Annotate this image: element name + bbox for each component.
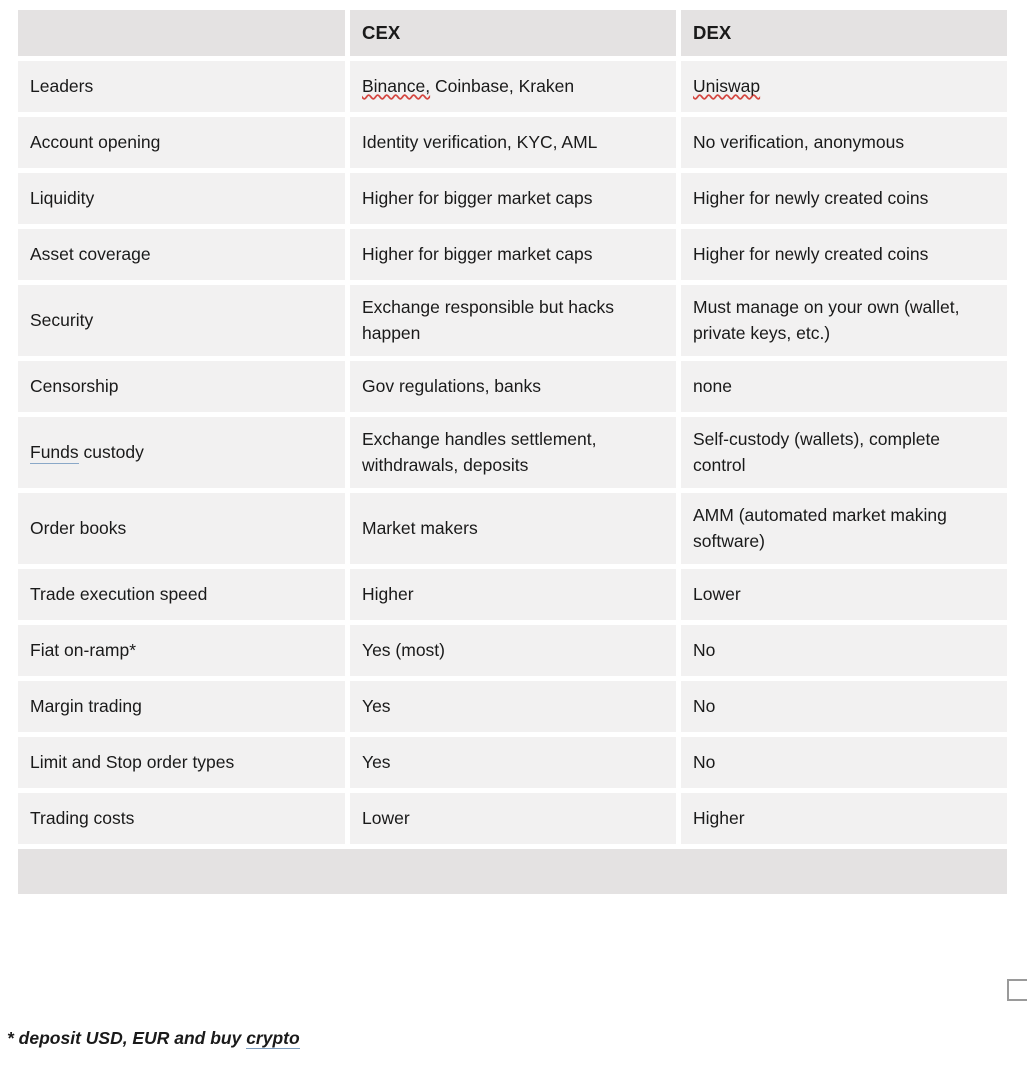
cell-cex-limit-and-stop-order-types: Yes: [350, 737, 676, 788]
row-label-leaders: Leaders: [18, 61, 345, 112]
cell-cex-order-books: Market makers: [350, 493, 676, 564]
cell-cex-security: Exchange responsible but hacks happen: [350, 285, 676, 356]
cex-dex-comparison-table: CEX DEX Leaders Binance, Coinbase, Krake…: [13, 5, 1012, 899]
table-row: Trading costs Lower Higher: [18, 793, 1007, 844]
cell-cex-funds-custody: Exchange handles settlement, withdrawals…: [350, 417, 676, 488]
column-header-dex: DEX: [681, 10, 1007, 56]
table-row: Asset coverage Higher for bigger market …: [18, 229, 1007, 280]
cell-dex-security: Must manage on your own (wallet, private…: [681, 285, 1007, 356]
table-footer-row: [18, 849, 1007, 894]
footnote-text: * deposit USD, EUR and buy: [7, 1028, 247, 1048]
cell-dex-trade-execution-speed: Lower: [681, 569, 1007, 620]
table-header: CEX DEX: [18, 10, 1007, 56]
cell-cex-trading-costs: Lower: [350, 793, 676, 844]
row-label-trading-costs: Trading costs: [18, 793, 345, 844]
table-row: Trade execution speed Higher Lower: [18, 569, 1007, 620]
table-row: Order books Market makers AMM (automated…: [18, 493, 1007, 564]
table-header-row: CEX DEX: [18, 10, 1007, 56]
row-label-funds-custody: Funds custody: [18, 417, 345, 488]
row-label-order-books: Order books: [18, 493, 345, 564]
row-label-liquidity: Liquidity: [18, 173, 345, 224]
row-label-margin-trading: Margin trading: [18, 681, 345, 732]
table-row: Censorship Gov regulations, banks none: [18, 361, 1007, 412]
cell-cex-censorship: Gov regulations, banks: [350, 361, 676, 412]
table-footer-cell: [18, 849, 1007, 894]
table-row: Leaders Binance, Coinbase, Kraken Uniswa…: [18, 61, 1007, 112]
cell-cex-asset-coverage: Higher for bigger market caps: [350, 229, 676, 280]
column-header-feature: [18, 10, 345, 56]
cell-cex-leaders: Binance, Coinbase, Kraken: [350, 61, 676, 112]
row-label-account-opening: Account opening: [18, 117, 345, 168]
cell-dex-asset-coverage: Higher for newly created coins: [681, 229, 1007, 280]
cell-cex-margin-trading: Yes: [350, 681, 676, 732]
cell-cex-liquidity: Higher for bigger market caps: [350, 173, 676, 224]
table-body: Leaders Binance, Coinbase, Kraken Uniswa…: [18, 61, 1007, 894]
cell-cex-fiat-on-ramp: Yes (most): [350, 625, 676, 676]
cell-dex-order-books: AMM (automated market making software): [681, 493, 1007, 564]
cell-dex-liquidity: Higher for newly created coins: [681, 173, 1007, 224]
table-row: Account opening Identity verification, K…: [18, 117, 1007, 168]
table-row: Funds custody Exchange handles settlemen…: [18, 417, 1007, 488]
column-header-cex: CEX: [350, 10, 676, 56]
spell-error-binance: Binance,: [362, 75, 431, 96]
row-label-fiat-on-ramp: Fiat on-ramp*: [18, 625, 345, 676]
edge-resize-handle-box[interactable]: [1007, 979, 1027, 1001]
table-row: Security Exchange responsible but hacks …: [18, 285, 1007, 356]
cell-cex-trade-execution-speed: Higher: [350, 569, 676, 620]
document-page: CEX DEX Leaders Binance, Coinbase, Krake…: [0, 0, 1027, 1080]
table-row: Limit and Stop order types Yes No: [18, 737, 1007, 788]
row-label-security: Security: [18, 285, 345, 356]
row-label-trade-execution-speed: Trade execution speed: [18, 569, 345, 620]
cell-dex-margin-trading: No: [681, 681, 1007, 732]
grammar-mark-funds: Funds: [30, 441, 79, 464]
row-label-censorship: Censorship: [18, 361, 345, 412]
row-label-funds-custody-rest: custody: [78, 441, 144, 462]
cell-dex-trading-costs: Higher: [681, 793, 1007, 844]
footnote: * deposit USD, EUR and buy crypto: [7, 1028, 300, 1049]
cell-dex-funds-custody: Self-custody (wallets), complete control: [681, 417, 1007, 488]
row-label-asset-coverage: Asset coverage: [18, 229, 345, 280]
footnote-link-crypto[interactable]: crypto: [246, 1028, 300, 1049]
cell-dex-censorship: none: [681, 361, 1007, 412]
cell-dex-fiat-on-ramp: No: [681, 625, 1007, 676]
row-label-limit-and-stop-order-types: Limit and Stop order types: [18, 737, 345, 788]
spell-error-uniswap: Uniswap: [693, 75, 761, 96]
table-row: Fiat on-ramp* Yes (most) No: [18, 625, 1007, 676]
table-row: Margin trading Yes No: [18, 681, 1007, 732]
cell-dex-limit-and-stop-order-types: No: [681, 737, 1007, 788]
cell-cex-account-opening: Identity verification, KYC, AML: [350, 117, 676, 168]
table-row: Liquidity Higher for bigger market caps …: [18, 173, 1007, 224]
cell-dex-leaders: Uniswap: [681, 61, 1007, 112]
cell-dex-account-opening: No verification, anonymous: [681, 117, 1007, 168]
